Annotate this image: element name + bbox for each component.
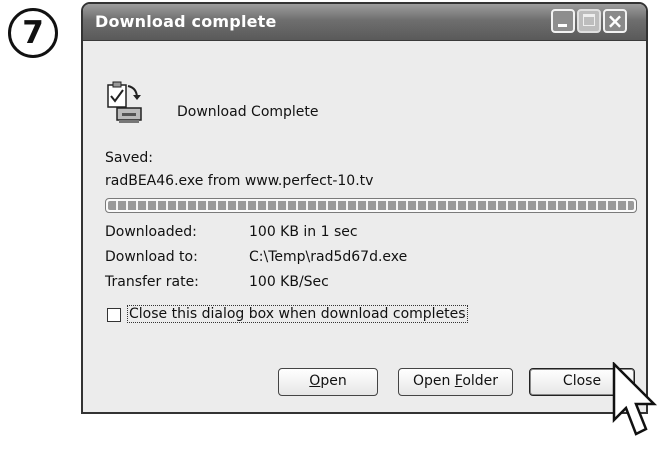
minimize-button[interactable] xyxy=(551,9,575,33)
saved-file-source: radBEA46.exe from www.perfect-10.tv xyxy=(105,173,374,189)
progress-fill xyxy=(108,201,634,210)
close-when-complete-label[interactable]: Close this dialog box when download comp… xyxy=(127,305,468,323)
step-number-badge: 7 xyxy=(8,8,58,58)
open-button[interactable]: Open xyxy=(278,368,378,396)
open-folder-label-pre: Open xyxy=(412,373,455,389)
download-progress-bar xyxy=(105,198,637,213)
download-complete-heading: Download Complete xyxy=(177,104,319,120)
close-when-complete-checkbox[interactable] xyxy=(107,308,121,322)
transfer-rate-label: Transfer rate: xyxy=(105,274,199,290)
maximize-button[interactable] xyxy=(577,9,601,33)
close-window-button[interactable]: × xyxy=(603,9,627,33)
download-complete-icon xyxy=(103,80,143,124)
transfer-rate-value: 100 KB/Sec xyxy=(249,274,329,290)
open-folder-label-rest: older xyxy=(462,373,499,389)
download-to-label: Download to: xyxy=(105,249,198,265)
open-label-rest: pen xyxy=(320,373,347,389)
window-title: Download complete xyxy=(95,12,277,31)
download-to-value: C:\Temp\rad5d67d.exe xyxy=(249,249,408,265)
downloaded-value: 100 KB in 1 sec xyxy=(249,224,358,240)
mouse-pointer-icon xyxy=(612,360,660,449)
open-folder-button[interactable]: Open Folder xyxy=(398,368,513,396)
title-bar[interactable]: Download complete × xyxy=(83,4,646,41)
download-complete-dialog: Download complete × Download Complete Sa… xyxy=(81,2,648,414)
downloaded-label: Downloaded: xyxy=(105,224,197,240)
close-icon: × xyxy=(606,9,624,33)
open-accel-key: O xyxy=(309,373,321,389)
saved-label: Saved: xyxy=(105,150,153,166)
